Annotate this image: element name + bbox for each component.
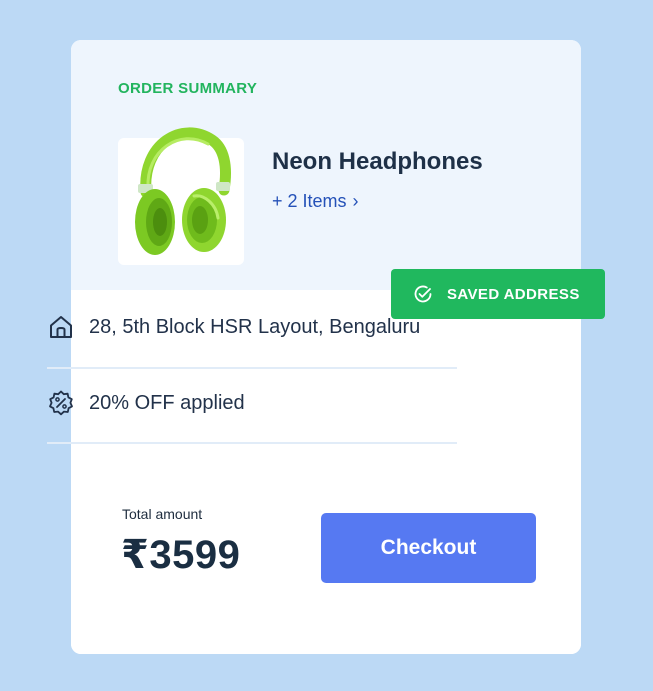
divider [47,442,457,444]
check-circle-icon [414,285,432,303]
more-items-link[interactable]: + 2 Items › [272,191,359,212]
checkout-button[interactable]: Checkout [321,513,536,583]
product-thumbnail [118,127,244,265]
section-label: ORDER SUMMARY [118,80,258,97]
offer-text: 20% OFF applied [89,391,245,414]
discount-badge-icon [49,390,73,416]
address-text: 28, 5th Block HSR Layout, Bengaluru [89,315,421,338]
saved-address-label: SAVED ADDRESS [447,285,580,303]
divider [47,367,457,369]
product-name: Neon Headphones [272,148,483,175]
home-icon [50,316,72,338]
headphones-icon [135,127,231,255]
address-row: 28, 5th Block HSR Layout, Bengaluru [47,313,457,341]
total-amount-label: Total amount [122,506,203,522]
more-items-label: + 2 Items [272,191,347,211]
total-amount-value: ₹3599 [121,533,241,577]
order-details-section [71,290,581,654]
chevron-right-icon: › [352,191,359,211]
order-summary-section: ORDER SUMMARY Neon Headphones + 2 Items … [71,40,581,290]
saved-address-badge[interactable]: SAVED ADDRESS [391,269,605,319]
offer-row: 20% OFF applied [47,389,457,417]
